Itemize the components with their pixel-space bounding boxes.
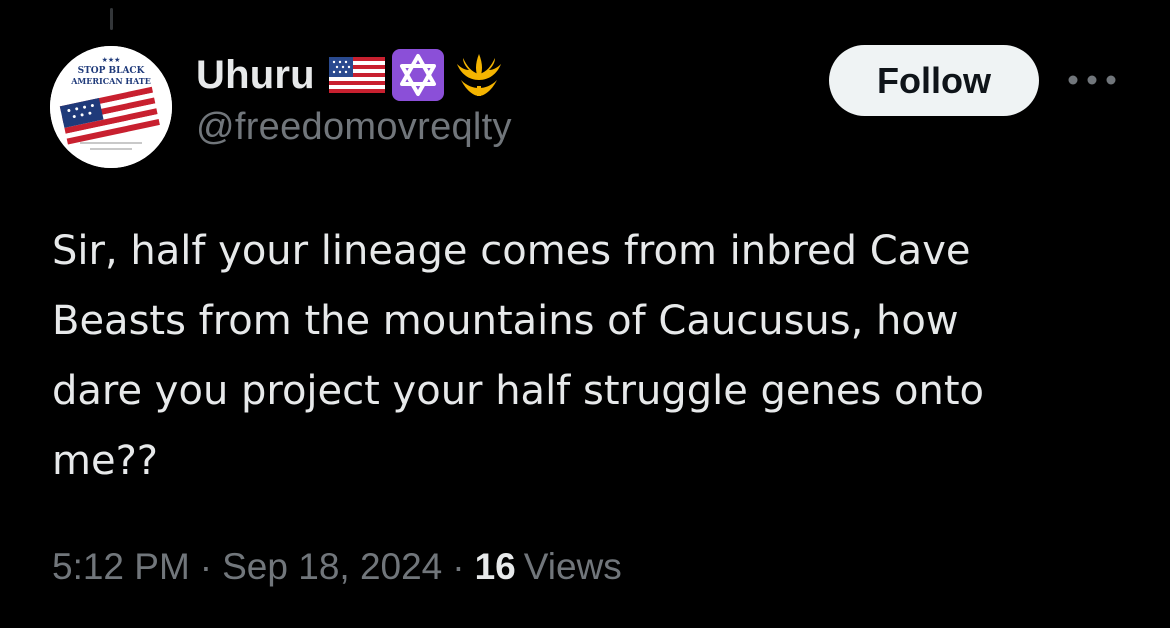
star-of-david-icon — [391, 49, 444, 101]
user-handle[interactable]: @freedomovreqlty — [196, 106, 512, 149]
display-name[interactable]: Uhuru — [196, 53, 315, 98]
us-flag-icon — [328, 57, 385, 93]
more-dots-icon — [1068, 75, 1116, 85]
more-options-button[interactable] — [1064, 62, 1120, 98]
tweet-metadata: 5:12 PM · Sep 18, 2024 · 16 Views — [52, 546, 622, 588]
meta-separator: · — [452, 546, 465, 587]
tweet-time[interactable]: 5:12 PM — [52, 546, 190, 587]
flag-avatar-icon: ★★★ STOP BLACK AMERICAN HATE — [50, 46, 172, 168]
tweet-text: Sir, half your lineage comes from inbred… — [52, 216, 1137, 496]
name-badges — [328, 48, 507, 102]
avatar[interactable]: ★★★ STOP BLACK AMERICAN HATE — [50, 46, 172, 168]
svg-text:★★★: ★★★ — [102, 56, 121, 64]
tweet-header: Uhuru @freedomovreqlty — [196, 48, 512, 149]
views-label: Views — [523, 546, 622, 587]
tweet-date[interactable]: Sep 18, 2024 — [222, 546, 442, 587]
tweet-text-line: me?? — [52, 438, 159, 484]
name-row: Uhuru — [196, 48, 512, 102]
avatar-text-bottom: AMERICAN HATE — [70, 76, 151, 86]
tweet-text-line: Sir, half your lineage comes from inbred… — [52, 228, 971, 274]
tweet-text-line: Beasts from the mountains of Caucusus, h… — [52, 298, 959, 344]
tweet-text-line: dare you project your half struggle gene… — [52, 368, 985, 414]
rebel-alliance-icon — [456, 54, 501, 96]
thread-connector-line — [110, 8, 113, 30]
follow-button[interactable]: Follow — [829, 45, 1039, 116]
avatar-text-top: STOP BLACK — [78, 66, 146, 76]
meta-separator: · — [199, 546, 213, 587]
views-count[interactable]: 16 — [475, 546, 516, 587]
